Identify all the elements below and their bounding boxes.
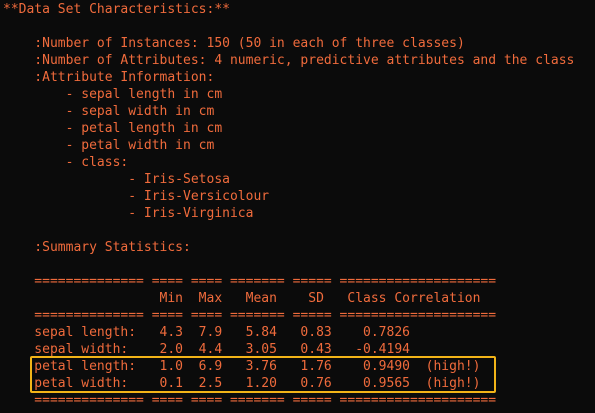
- attribute-sepal-width: - sepal width in cm: [3, 104, 215, 119]
- table-rule-top: ============== ==== ==== ======= ===== =…: [3, 274, 497, 289]
- instances-line: :Number of Instances: 150 (50 in each of…: [3, 36, 465, 51]
- table-header-row: Min Max Mean SD Class Correlation: [3, 291, 481, 306]
- attribute-sepal-length: - sepal length in cm: [3, 87, 223, 102]
- class-setosa: - Iris-Setosa: [3, 172, 230, 187]
- attributes-line: :Number of Attributes: 4 numeric, predic…: [3, 53, 575, 68]
- table-rule-bottom: ============== ==== ==== ======= ===== =…: [3, 393, 497, 408]
- table-row-sepal-length: sepal length: 4.3 7.9 5.84 0.83 0.7826: [3, 325, 410, 340]
- heading-line: **Data Set Characteristics:**: [3, 2, 230, 17]
- terminal-output: **Data Set Characteristics:** :Number of…: [3, 1, 574, 409]
- table-rule-header: ============== ==== ==== ======= ===== =…: [3, 308, 497, 323]
- class-virginica: - Iris-Virginica: [3, 206, 254, 221]
- highlight-box: [30, 356, 496, 393]
- attribute-info-line: :Attribute Information:: [3, 70, 215, 85]
- summary-statistics-line: :Summary Statistics:: [3, 240, 191, 255]
- attribute-class: - class:: [3, 155, 129, 170]
- terminal-window: **Data Set Characteristics:** :Number of…: [0, 0, 595, 413]
- attribute-petal-width: - petal width in cm: [3, 138, 215, 153]
- class-versicolour: - Iris-Versicolour: [3, 189, 270, 204]
- attribute-petal-length: - petal length in cm: [3, 121, 223, 136]
